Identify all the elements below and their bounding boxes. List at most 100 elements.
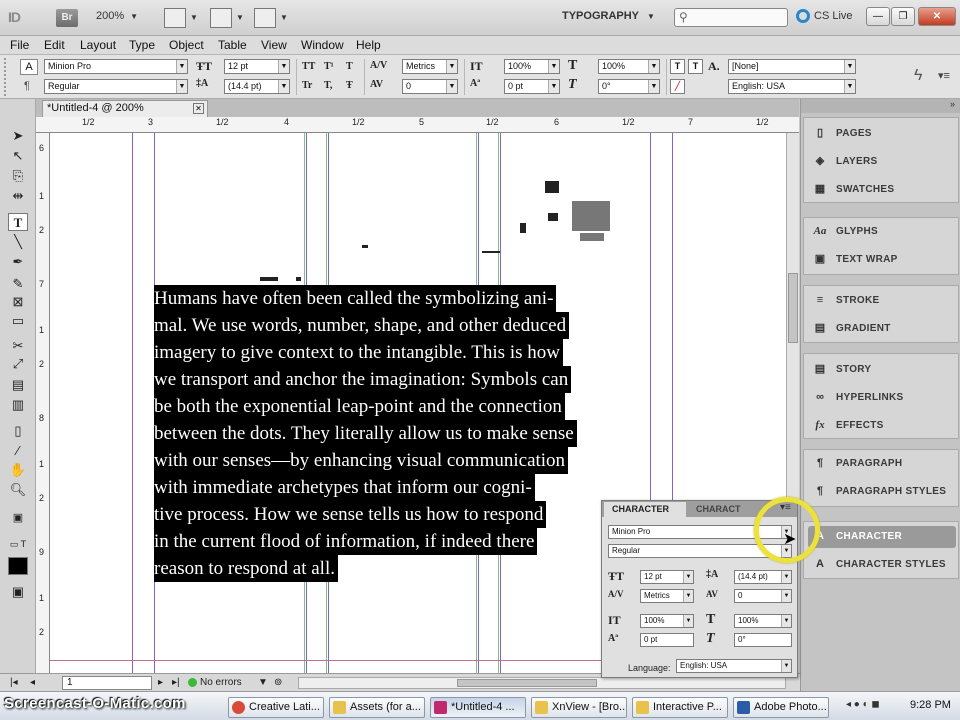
small-caps-button[interactable]: Tr bbox=[302, 80, 312, 91]
screen-mode-icon[interactable]: ▣ bbox=[8, 583, 28, 601]
rectangle-tool-icon[interactable]: ▭ bbox=[8, 312, 28, 330]
baseline-shift-field[interactable]: 0 pt ▼ bbox=[504, 79, 560, 94]
hand-tool-icon[interactable]: ✋ bbox=[8, 461, 28, 479]
text-line[interactable]: imagery to give context to the intangibl… bbox=[154, 339, 563, 366]
skew-field[interactable]: 0° ▼ bbox=[598, 79, 660, 94]
selection-tool-icon[interactable]: ➤ bbox=[8, 127, 28, 145]
menu-help[interactable]: Help bbox=[356, 38, 381, 52]
taskbar-item[interactable]: XnView - [Bro... bbox=[531, 697, 627, 718]
chevron-down-icon[interactable]: ▼ bbox=[446, 60, 457, 73]
zoom-tool-icon[interactable]: 🔍︎ bbox=[8, 481, 28, 499]
scissors-tool-icon[interactable]: ✂ bbox=[8, 337, 28, 355]
language-field[interactable]: English: USA ▼ bbox=[728, 79, 856, 94]
panel-text-wrap[interactable]: ▣ TEXT WRAP bbox=[808, 249, 956, 271]
font-size-field[interactable]: 12 pt ▼ bbox=[640, 570, 694, 584]
chevron-down-icon[interactable]: ▼ bbox=[844, 80, 855, 93]
chevron-down-icon[interactable]: ▼ bbox=[236, 13, 244, 22]
chevron-down-icon[interactable]: ▼ bbox=[190, 13, 198, 22]
screen-mode-icon[interactable] bbox=[210, 8, 232, 28]
chevron-down-icon[interactable]: ▼ bbox=[280, 13, 288, 22]
gradient-swatch-tool-icon[interactable]: ▤ bbox=[8, 376, 28, 394]
horizontal-scrollbar[interactable] bbox=[298, 677, 786, 689]
strikethrough-button[interactable]: Ŧ bbox=[346, 80, 353, 91]
free-transform-tool-icon[interactable]: ⤢ bbox=[8, 355, 28, 373]
text-line[interactable]: with our senses—by enhancing visual comm… bbox=[154, 447, 569, 474]
chevron-down-icon[interactable]: ▼ bbox=[258, 677, 268, 688]
pencil-tool-icon[interactable]: ✎ bbox=[8, 275, 28, 293]
panel-paragraph-styles[interactable]: ¶ PARAGRAPH STYLES bbox=[808, 481, 956, 503]
scroll-thumb[interactable] bbox=[788, 273, 798, 343]
character-style-field[interactable]: [None] ▼ bbox=[728, 59, 856, 74]
maximize-button[interactable]: ❐ bbox=[891, 7, 915, 26]
chevron-down-icon[interactable]: ▼ bbox=[648, 60, 659, 73]
chevron-down-icon[interactable]: ▼ bbox=[683, 571, 693, 583]
text-line[interactable]: reason to respond at all. bbox=[154, 555, 338, 582]
baseline-shift-field[interactable]: 0 pt bbox=[640, 633, 694, 647]
vertical-ruler[interactable]: 6 1 2 7 1 2 8 1 2 9 1 2 bbox=[36, 133, 50, 673]
skew-field[interactable]: 0° bbox=[734, 633, 792, 647]
text-line[interactable]: tive process. How we sense tells us how … bbox=[154, 501, 547, 528]
search-input[interactable]: ⚲ bbox=[674, 8, 788, 27]
preflight-status[interactable]: No errors bbox=[188, 677, 242, 688]
character-formatting-icon[interactable]: A bbox=[20, 59, 38, 75]
gradient-feather-tool-icon[interactable]: ▥ bbox=[8, 396, 28, 414]
panel-story[interactable]: ▤ STORY bbox=[808, 359, 956, 381]
dock-header[interactable]: » bbox=[801, 99, 960, 113]
vertical-scale-field[interactable]: 100% ▼ bbox=[504, 59, 560, 74]
panel-effects[interactable]: fx EFFECTS bbox=[808, 415, 956, 437]
chevron-down-icon[interactable]: ▼ bbox=[844, 60, 855, 73]
quick-apply-icon[interactable]: ϟ bbox=[914, 67, 922, 85]
panel-swatches[interactable]: ▦ SWATCHES bbox=[808, 179, 956, 201]
system-tray-icons[interactable]: ◂ ● ◐ ◼ bbox=[846, 699, 880, 710]
previous-page-icon[interactable]: ◂ bbox=[30, 677, 35, 688]
language-field[interactable]: English: USA ▼ bbox=[676, 659, 792, 673]
underline-button[interactable]: T bbox=[346, 61, 353, 72]
fill-stroke-swatch-icon[interactable]: ▣ bbox=[8, 509, 28, 527]
vertical-scale-field[interactable]: 100% ▼ bbox=[640, 614, 694, 628]
tab-character-styles[interactable]: CHARACT bbox=[688, 502, 748, 517]
chevron-down-icon[interactable]: ▼ bbox=[781, 590, 791, 602]
tracking-field[interactable]: 0 ▼ bbox=[402, 79, 458, 94]
chevron-down-icon[interactable]: ▼ bbox=[446, 80, 457, 93]
chevron-down-icon[interactable]: ▼ bbox=[781, 615, 791, 627]
text-line[interactable]: Humans have often been called the symbol… bbox=[154, 285, 557, 312]
cs-live-button[interactable]: CS Live bbox=[796, 9, 853, 23]
fill-text-icon[interactable]: T bbox=[670, 59, 685, 74]
taskbar-item[interactable]: Interactive P... bbox=[632, 697, 728, 718]
menu-file[interactable]: File bbox=[10, 38, 29, 52]
kerning-field[interactable]: Metrics ▼ bbox=[640, 589, 694, 603]
taskbar-item[interactable]: Adobe Photo... bbox=[733, 697, 829, 718]
arrange-documents-icon[interactable] bbox=[254, 8, 276, 28]
panel-menu-icon[interactable]: ▾≡ bbox=[938, 69, 950, 82]
rectangle-frame-tool-icon[interactable]: ⊠ bbox=[8, 293, 28, 311]
direct-selection-tool-icon[interactable]: ↖ bbox=[8, 147, 28, 165]
page-number-field[interactable]: 1 bbox=[62, 676, 152, 690]
kerning-field[interactable]: Metrics ▼ bbox=[402, 59, 458, 74]
text-line[interactable]: in the current flood of information, if … bbox=[154, 528, 538, 555]
eyedropper-tool-icon[interactable]: ⁄ bbox=[8, 442, 28, 460]
page-tool-icon[interactable]: ⎘ bbox=[8, 167, 28, 185]
chevron-down-icon[interactable]: ▼ bbox=[548, 60, 559, 73]
menu-window[interactable]: Window bbox=[301, 38, 344, 52]
zoom-level-dropdown[interactable]: 200% ▼ bbox=[96, 10, 138, 22]
font-size-field[interactable]: 12 pt ▼ bbox=[224, 59, 290, 74]
menu-table[interactable]: Table bbox=[218, 38, 247, 52]
chevron-down-icon[interactable]: ▼ bbox=[781, 660, 791, 672]
none-swatch-icon[interactable]: ╱ bbox=[670, 79, 685, 94]
paragraph-formatting-icon[interactable]: ¶ bbox=[24, 80, 30, 92]
all-caps-button[interactable]: TT bbox=[302, 61, 315, 72]
chevron-down-icon[interactable]: ▼ bbox=[548, 80, 559, 93]
gap-tool-icon[interactable]: ⇹ bbox=[8, 187, 28, 205]
taskbar-item[interactable]: *Untitled-4 ... bbox=[430, 697, 526, 718]
horizontal-scale-field[interactable]: 100% ▼ bbox=[734, 614, 792, 628]
horizontal-ruler[interactable]: 1/2 3 1/2 4 1/2 5 1/2 6 1/2 7 1/2 bbox=[36, 117, 799, 133]
stroke-text-icon[interactable]: T bbox=[688, 59, 703, 74]
leading-field[interactable]: (14.4 pt) ▼ bbox=[734, 570, 792, 584]
first-page-icon[interactable]: |◂ bbox=[10, 677, 18, 688]
close-button[interactable]: ✕ bbox=[918, 7, 956, 26]
chevron-down-icon[interactable]: ▼ bbox=[683, 615, 693, 627]
panel-gradient[interactable]: ▤ GRADIENT bbox=[808, 318, 956, 340]
tracking-field[interactable]: 0 ▼ bbox=[734, 589, 792, 603]
taskbar-item[interactable]: Assets (for a... bbox=[329, 697, 425, 718]
leading-field[interactable]: (14.4 pt) ▼ bbox=[224, 79, 290, 94]
